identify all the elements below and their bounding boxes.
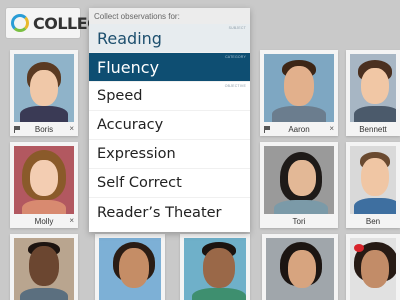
menu-item-label: Speed [97, 88, 143, 104]
app-logo[interactable]: COLLECT [6, 8, 109, 38]
student-name: Aaron [288, 124, 310, 134]
student-card-aaron[interactable]: Aaron × [260, 50, 338, 136]
student-name: Ben [365, 216, 381, 226]
student-card[interactable] [180, 234, 250, 300]
menu-item-label: Accuracy [97, 117, 164, 133]
student-photo [14, 54, 74, 122]
student-card[interactable] [262, 234, 338, 300]
student-photo [264, 146, 334, 214]
menu-item-label: Reading [97, 28, 162, 48]
student-photo [14, 146, 74, 214]
close-icon[interactable]: × [69, 124, 74, 134]
student-card-tori[interactable]: Tori [260, 142, 338, 228]
menu-item-label: Self Correct [97, 175, 182, 191]
student-photo [350, 54, 396, 122]
student-photo [350, 146, 396, 214]
student-card[interactable] [10, 234, 78, 300]
menu-item-label: Fluency [97, 57, 160, 77]
student-name: Bennett [359, 124, 387, 134]
menu-item-self-correct[interactable]: Self Correct [89, 169, 250, 198]
student-card-molly[interactable]: Molly × [10, 142, 78, 228]
menu-item-label: Expression [97, 146, 176, 162]
collect-logo-icon [11, 14, 29, 32]
menu-item-accuracy[interactable]: Accuracy [89, 111, 250, 140]
menu-item-readers-theater[interactable]: Reader’s Theater [89, 198, 250, 227]
flag-icon[interactable] [14, 126, 20, 133]
student-photo [184, 238, 246, 300]
close-icon[interactable]: × [329, 124, 334, 134]
student-photo [14, 238, 74, 300]
student-card-ben[interactable]: Ben [346, 142, 400, 228]
menu-item-speed[interactable]: Speed OBJECTIVE [89, 82, 250, 111]
observation-menu: Collect observations for: Reading SUBJEC… [89, 8, 250, 232]
flag-icon[interactable] [264, 126, 270, 133]
menu-header: Collect observations for: [89, 8, 250, 24]
menu-item-expression[interactable]: Expression [89, 140, 250, 169]
student-name: Boris [34, 124, 54, 134]
menu-item-tag: OBJECTIVE [224, 84, 246, 88]
menu-item-reading[interactable]: Reading SUBJECT [89, 24, 250, 53]
student-card-boris[interactable]: Boris × [10, 50, 78, 136]
student-card[interactable] [95, 234, 165, 300]
menu-item-label: Reader’s Theater [97, 204, 222, 221]
student-photo [99, 238, 161, 300]
student-photo [266, 238, 334, 300]
student-card-bennett[interactable]: Bennett [346, 50, 400, 136]
student-card[interactable] [346, 234, 400, 300]
student-photo [264, 54, 334, 122]
close-icon[interactable]: × [69, 216, 74, 226]
menu-item-tag: SUBJECT [228, 26, 246, 30]
student-name: Tori [292, 216, 306, 226]
student-name: Molly [34, 216, 54, 226]
menu-item-tag: CATEGORY [225, 55, 246, 59]
menu-item-fluency[interactable]: Fluency CATEGORY [89, 53, 250, 82]
student-photo [350, 238, 396, 300]
